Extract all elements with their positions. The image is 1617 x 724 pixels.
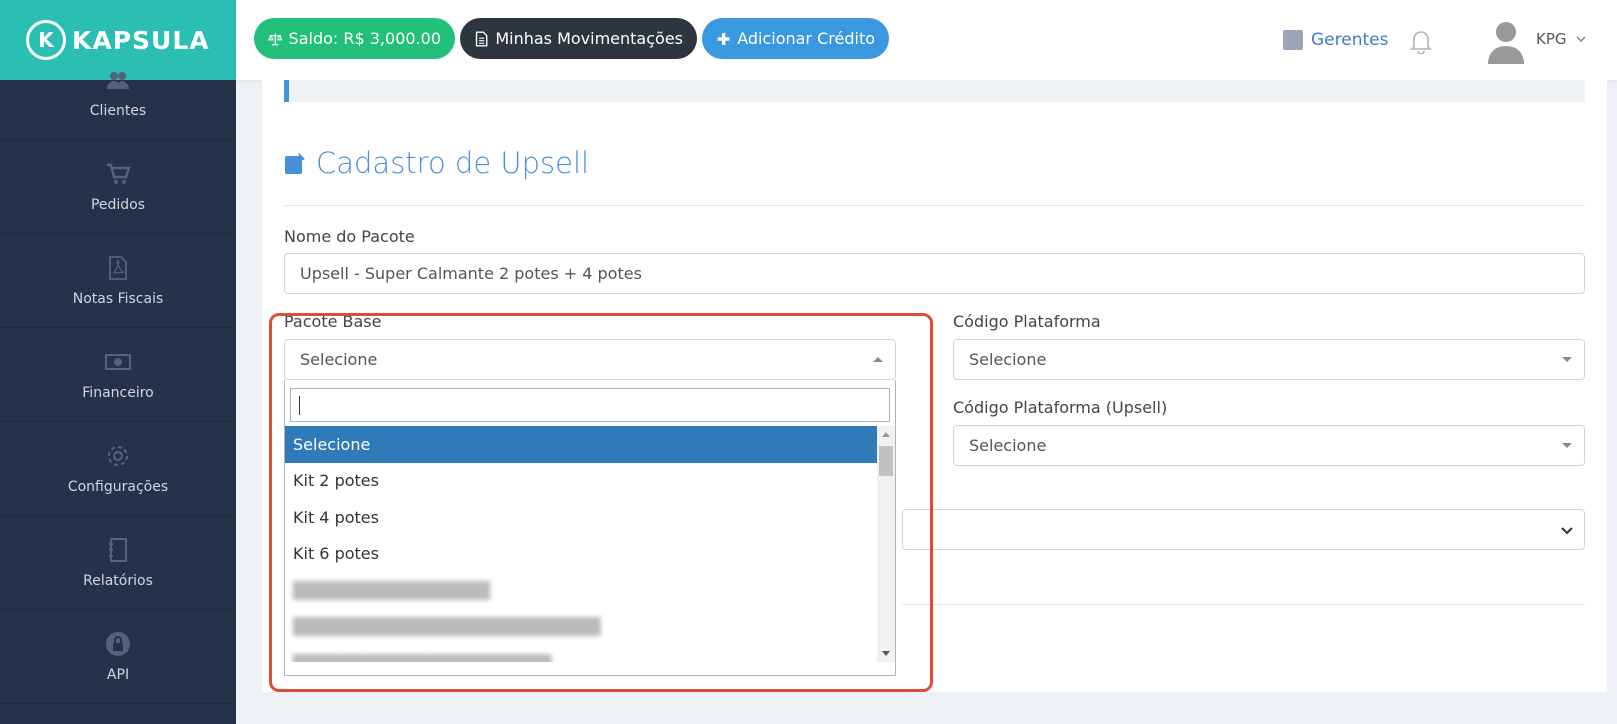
dropdown-option-redacted[interactable]: ████████████████ <box>285 572 879 609</box>
dropdown-option[interactable]: Selecione <box>285 426 879 463</box>
nome-pacote-input[interactable]: Upsell - Super Calmante 2 potes + 4 pote… <box>284 253 1585 294</box>
top-bar: Saldo: R$ 3,000.00 Minhas Movimentações … <box>236 0 1617 80</box>
dropdown-option[interactable]: Kit 2 potes <box>285 463 879 500</box>
cart-icon <box>105 161 131 187</box>
pacote-base-label: Pacote Base <box>284 312 382 331</box>
lock-icon <box>105 631 131 657</box>
scroll-down-icon[interactable] <box>882 651 890 656</box>
sidebar-item-api[interactable]: API <box>0 610 236 704</box>
gear-icon <box>105 443 131 469</box>
sidebar-item-label: Notas Fiscais <box>72 291 164 307</box>
notebook-icon <box>105 537 131 563</box>
codigo-upsell-label: Código Plataforma (Upsell) <box>953 398 1168 417</box>
codigo-upsell-value: Selecione <box>969 436 1047 455</box>
gerentes-label: Gerentes <box>1311 30 1389 50</box>
caret-down-icon <box>1562 443 1572 448</box>
sidebar-item-pedidos[interactable]: Pedidos <box>0 140 236 234</box>
chevron-down-icon <box>1561 527 1573 535</box>
caret-up-icon <box>873 357 883 362</box>
extra-select[interactable] <box>902 509 1585 550</box>
scroll-thumb[interactable] <box>879 446 893 476</box>
section-divider <box>902 604 1585 605</box>
saldo-button[interactable]: Saldo: R$ 3,000.00 <box>254 18 455 59</box>
sidebar-item-label: Configurações <box>67 479 169 495</box>
adicionar-credito-button[interactable]: Adicionar Crédito <box>702 18 889 59</box>
dropdown-option-redacted[interactable]: █████████████████████████ <box>285 609 879 646</box>
main-card: Cadastro de Upsell Nome do Pacote Upsell… <box>262 80 1607 692</box>
nome-pacote-value: Upsell - Super Calmante 2 potes + 4 pote… <box>300 264 642 283</box>
user-menu[interactable]: KPG <box>1536 30 1587 48</box>
pacote-base-dropdown: Selecione Kit 2 potes Kit 4 potes Kit 6 … <box>284 380 896 676</box>
scroll-up-icon[interactable] <box>882 432 890 437</box>
form-icon <box>285 152 305 174</box>
users-icon <box>105 67 131 93</box>
document-icon <box>475 31 488 46</box>
sidebar-item-label: Financeiro <box>82 385 154 401</box>
pacote-base-select[interactable]: Selecione <box>284 339 896 380</box>
codigo-upsell-select[interactable]: Selecione <box>953 425 1585 466</box>
pacote-base-value: Selecione <box>300 350 378 369</box>
title-divider <box>284 205 1585 206</box>
codigo-plataforma-value: Selecione <box>969 350 1047 369</box>
dropdown-option[interactable]: Kit 4 potes <box>285 499 879 536</box>
codigo-plataforma-label: Código Plataforma <box>953 312 1101 331</box>
sidebar-item-label: Pedidos <box>90 197 146 213</box>
nome-pacote-label: Nome do Pacote <box>284 227 415 246</box>
dropdown-search-input[interactable] <box>290 388 890 422</box>
sidebar-item-financeiro[interactable]: Financeiro <box>0 328 236 422</box>
balance-scale-icon <box>268 32 283 45</box>
sidebar-item-label: API <box>106 667 130 683</box>
sidebar-item-clientes[interactable]: Clientes <box>0 46 236 140</box>
page-title-text: Cadastro de Upsell <box>316 146 590 180</box>
dropdown-scrollbar[interactable] <box>877 426 895 662</box>
money-icon <box>105 349 131 375</box>
dropdown-options: Selecione Kit 2 potes Kit 4 potes Kit 6 … <box>285 426 879 662</box>
movimentacoes-label: Minhas Movimentações <box>495 29 683 48</box>
dropdown-option-redacted[interactable]: █████████████████████ <box>285 645 879 662</box>
page-title: Cadastro de Upsell <box>284 146 589 180</box>
sidebar-item-configuracoes[interactable]: Configurações <box>0 422 236 516</box>
minhas-movimentacoes-button[interactable]: Minhas Movimentações <box>460 18 697 59</box>
adicionar-label: Adicionar Crédito <box>737 29 875 48</box>
sidebar-item-label: Clientes <box>89 103 147 119</box>
user-name: KPG <box>1536 30 1567 48</box>
caret-down-icon <box>1562 357 1572 362</box>
sidebar-item-notas-fiscais[interactable]: Notas Fiscais <box>0 234 236 328</box>
pdf-file-icon <box>105 255 131 281</box>
avatar[interactable] <box>1486 18 1526 64</box>
dropdown-option[interactable]: Kit 6 potes <box>285 536 879 573</box>
bell-icon[interactable] <box>1409 28 1433 54</box>
info-alert <box>284 80 1585 102</box>
manager-icon <box>1283 30 1303 50</box>
sidebar: Clientes Pedidos Notas Fiscais Financeir… <box>0 72 236 724</box>
sidebar-item-relatorios[interactable]: Relatórios <box>0 516 236 610</box>
chevron-down-icon <box>1575 36 1586 43</box>
plus-icon <box>717 32 730 45</box>
gerentes-link[interactable]: Gerentes <box>1283 30 1388 50</box>
saldo-label: Saldo: R$ 3,000.00 <box>288 29 441 48</box>
sidebar-item-label: Relatórios <box>83 573 153 589</box>
codigo-plataforma-select[interactable]: Selecione <box>953 339 1585 380</box>
